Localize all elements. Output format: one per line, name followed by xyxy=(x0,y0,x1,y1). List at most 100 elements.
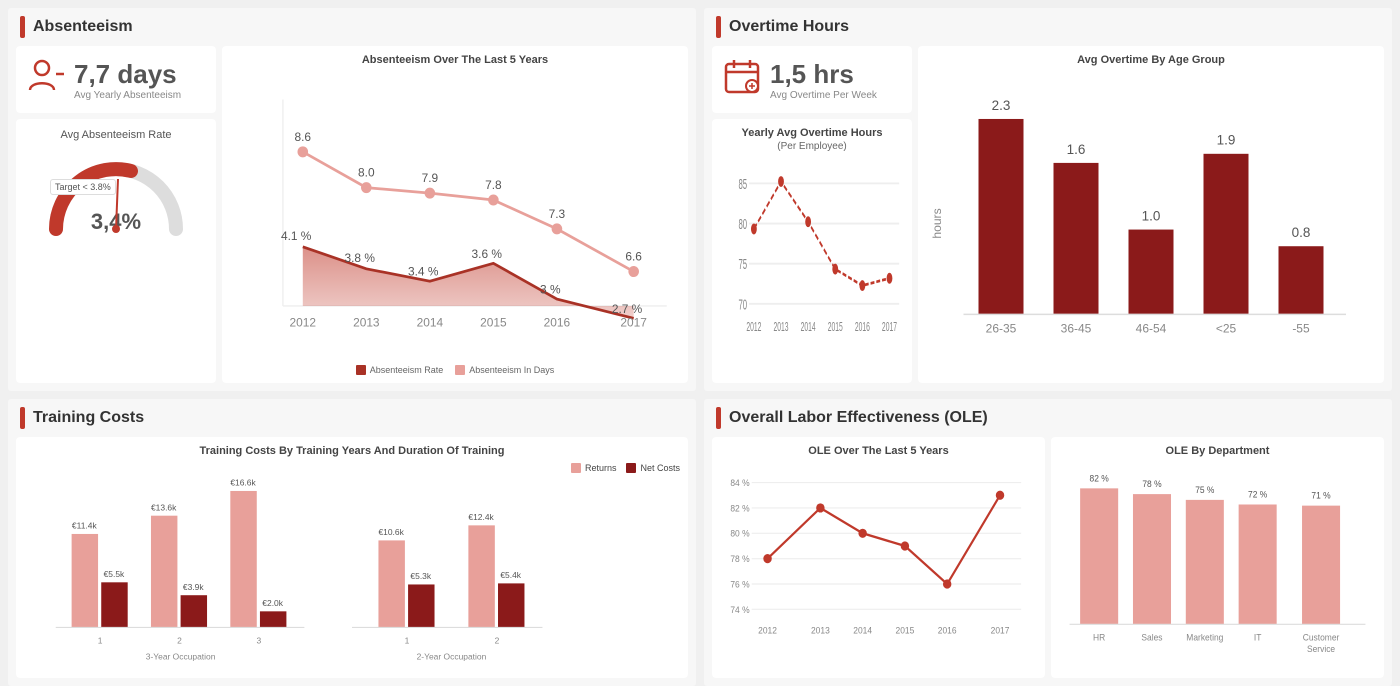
absenteeism-bar xyxy=(20,16,25,38)
svg-text:75 %: 75 % xyxy=(1195,485,1214,495)
ole-line-svg: 84 % 82 % 80 % 78 % 76 % 74 % xyxy=(720,463,1037,670)
overtime-left: 1,5 hrs Avg Overtime Per Week Yearly Avg… xyxy=(712,46,912,383)
absenteeism-svg: 4.1 % 3.8 % 3.4 % 3.6 % 3 % 2.7 % xyxy=(230,72,680,361)
svg-text:€10.6k: €10.6k xyxy=(378,527,404,537)
ole-title: Overall Labor Effectiveness (OLE) xyxy=(729,409,988,427)
svg-text:€11.4k: €11.4k xyxy=(72,521,97,531)
svg-text:74 %: 74 % xyxy=(730,604,749,614)
svg-text:71 %: 71 % xyxy=(1311,490,1330,500)
svg-text:7.9: 7.9 xyxy=(422,171,439,185)
svg-text:7.8: 7.8 xyxy=(485,178,502,192)
svg-text:3 %: 3 % xyxy=(540,282,561,296)
absenteeism-chart-area: 4.1 % 3.8 % 3.4 % 3.6 % 3 % 2.7 % xyxy=(230,72,680,361)
svg-text:75: 75 xyxy=(739,257,748,273)
ole-bar-area: 82 % 78 % 75 % 72 % 71 % HR Sales Market… xyxy=(1059,463,1376,670)
svg-text:80 %: 80 % xyxy=(730,528,749,538)
legend-returns: Returns xyxy=(571,463,617,473)
svg-text:€12.4k: €12.4k xyxy=(468,512,494,522)
ole-bar-title: OLE By Department xyxy=(1059,445,1376,457)
svg-text:1: 1 xyxy=(98,636,103,646)
svg-text:2017: 2017 xyxy=(620,315,647,329)
svg-text:2013: 2013 xyxy=(773,321,788,335)
svg-text:2: 2 xyxy=(495,636,500,646)
svg-text:2014: 2014 xyxy=(853,625,872,635)
svg-text:85: 85 xyxy=(739,176,748,192)
absenteeism-legend: Absenteeism Rate Absenteeism In Days xyxy=(230,365,680,375)
absenteeism-kpi-text: 7,7 days Avg Yearly Absenteeism xyxy=(74,59,181,101)
legend-net: Net Costs xyxy=(626,463,680,473)
svg-text:€13.6k: €13.6k xyxy=(151,502,177,512)
overtime-kpi-label: Avg Overtime Per Week xyxy=(770,90,877,101)
overtime-bar-card: Avg Overtime By Age Group hours xyxy=(918,46,1384,383)
absenteeism-kpi-value: 7,7 days xyxy=(74,59,181,90)
absenteeism-content: 7,7 days Avg Yearly Absenteeism Avg Abse… xyxy=(8,46,696,391)
svg-text:€16.6k: €16.6k xyxy=(230,478,256,488)
svg-text:Customer: Customer xyxy=(1303,632,1340,642)
svg-text:2015: 2015 xyxy=(896,625,915,635)
svg-text:2.7 %: 2.7 % xyxy=(612,302,643,316)
svg-text:36-45: 36-45 xyxy=(1061,322,1092,336)
svg-text:Marketing: Marketing xyxy=(1186,632,1223,642)
legend-returns-dot xyxy=(571,463,581,473)
svg-text:1.6: 1.6 xyxy=(1067,142,1086,157)
yearly-overtime-area: 85 80 75 70 xyxy=(720,156,904,375)
overtime-kpi-card: 1,5 hrs Avg Overtime Per Week xyxy=(712,46,912,113)
svg-text:3.4 %: 3.4 % xyxy=(408,264,439,278)
ole-bar-card: OLE By Department 82 % 78 xyxy=(1051,437,1384,678)
svg-text:€5.3k: €5.3k xyxy=(410,571,431,581)
training-chart-card: Training Costs By Training Years And Dur… xyxy=(16,437,688,678)
svg-text:2017: 2017 xyxy=(991,625,1010,635)
svg-text:-55: -55 xyxy=(1292,322,1310,336)
svg-text:80: 80 xyxy=(739,217,748,233)
ole-bar-svg: 82 % 78 % 75 % 72 % 71 % HR Sales Market… xyxy=(1059,463,1376,670)
absenteeism-section: Absenteeism 7,7 days Avg Yearly Absente xyxy=(8,8,696,391)
svg-text:1.0: 1.0 xyxy=(1142,208,1161,223)
svg-text:3-Year Occupation: 3-Year Occupation xyxy=(146,652,216,662)
svg-text:70: 70 xyxy=(739,297,748,313)
svg-text:84 %: 84 % xyxy=(730,478,749,488)
svg-text:8.0: 8.0 xyxy=(358,165,375,179)
svg-text:82 %: 82 % xyxy=(730,503,749,513)
absenteeism-kpi-label: Avg Yearly Absenteeism xyxy=(74,90,181,101)
training-chart-title: Training Costs By Training Years And Dur… xyxy=(24,445,680,457)
svg-text:82 %: 82 % xyxy=(1090,473,1109,483)
svg-text:2016: 2016 xyxy=(938,625,957,635)
overtime-bar xyxy=(716,16,721,38)
overtime-bar-area: hours 2.3 1.6 1.0 1.9 0 xyxy=(926,72,1376,375)
yearly-overtime-svg: 85 80 75 70 xyxy=(720,156,904,375)
svg-text:26-35: 26-35 xyxy=(986,322,1017,336)
yearly-overtime-subtitle: (Per Employee) xyxy=(720,141,904,152)
svg-text:2013: 2013 xyxy=(353,315,380,329)
training-title: Training Costs xyxy=(33,409,144,427)
svg-text:8.6: 8.6 xyxy=(295,130,312,144)
ole-line-area: 84 % 82 % 80 % 78 % 76 % 74 % xyxy=(720,463,1037,670)
svg-text:1: 1 xyxy=(405,636,410,646)
legend-net-dot xyxy=(626,463,636,473)
svg-text:46-54: 46-54 xyxy=(1136,322,1167,336)
training-bar xyxy=(20,407,25,429)
absenteeism-chart-card: Absenteeism Over The Last 5 Years xyxy=(222,46,688,383)
svg-text:2016: 2016 xyxy=(544,315,571,329)
ole-bar xyxy=(716,407,721,429)
ole-header: Overall Labor Effectiveness (OLE) xyxy=(704,399,1392,437)
legend-rate: Absenteeism Rate xyxy=(356,365,444,375)
ole-line-card: OLE Over The Last 5 Years 84 % 82 % 80 %… xyxy=(712,437,1045,678)
absenteeism-chart-title: Absenteeism Over The Last 5 Years xyxy=(230,54,680,66)
ole-line-title: OLE Over The Last 5 Years xyxy=(720,445,1037,457)
absenteeism-header: Absenteeism xyxy=(8,8,696,46)
svg-text:2: 2 xyxy=(177,636,182,646)
overtime-kpi-text: 1,5 hrs Avg Overtime Per Week xyxy=(770,59,877,101)
calendar-icon xyxy=(724,58,760,101)
absenteeism-rate-card: Avg Absenteeism Rate Target < 3.8% xyxy=(16,119,216,383)
svg-text:HR: HR xyxy=(1093,632,1105,642)
gauge-container: Target < 3.8% xyxy=(46,149,186,219)
svg-text:78 %: 78 % xyxy=(1142,479,1161,489)
svg-text:4.1 %: 4.1 % xyxy=(281,229,312,243)
svg-text:IT: IT xyxy=(1254,632,1262,642)
svg-text:2012: 2012 xyxy=(290,315,317,329)
svg-text:72 %: 72 % xyxy=(1248,489,1267,499)
overtime-kpi-value: 1,5 hrs xyxy=(770,59,877,90)
absenteeism-title: Absenteeism xyxy=(33,18,133,36)
legend-days-label: Absenteeism In Days xyxy=(469,365,554,375)
svg-text:€2.0k: €2.0k xyxy=(262,598,283,608)
